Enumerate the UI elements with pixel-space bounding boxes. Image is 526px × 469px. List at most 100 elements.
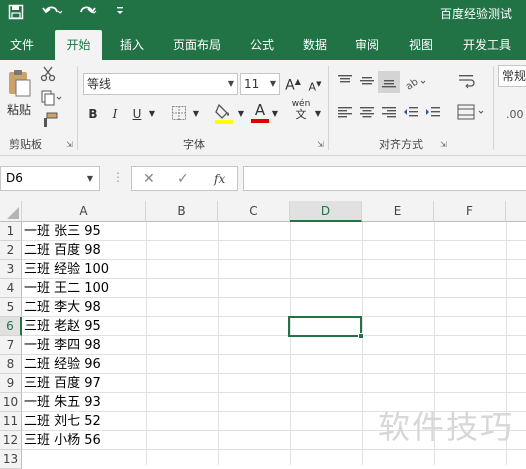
middle-align-icon[interactable] — [358, 74, 376, 90]
select-all-corner[interactable] — [0, 201, 22, 222]
number-format-combo[interactable]: 常规 — [498, 65, 526, 87]
chevron-down-icon[interactable]: ▼ — [236, 106, 246, 122]
clipboard-launcher-icon[interactable]: ⇲ — [66, 140, 75, 149]
column-header-e[interactable]: E — [362, 201, 434, 222]
align-right-icon[interactable] — [380, 106, 398, 122]
font-color-button[interactable]: A — [250, 102, 270, 124]
font-size-combo[interactable]: 11 ▼ — [240, 73, 280, 95]
cut-icon[interactable] — [38, 66, 58, 84]
save-icon[interactable] — [8, 4, 24, 25]
row-header-2[interactable]: 2 — [0, 241, 22, 260]
alignment-launcher-icon[interactable]: ⇲ — [440, 140, 449, 149]
row-header-5[interactable]: 5 — [0, 298, 22, 317]
fill-color-icon[interactable] — [213, 102, 235, 124]
cell-a7[interactable]: 一班 李四 98 — [24, 336, 101, 355]
name-box[interactable]: D6 ▼ — [0, 166, 100, 191]
tab-file[interactable]: 文件 — [0, 30, 44, 60]
cell-a6[interactable]: 三班 老赵 95 — [24, 317, 101, 336]
row-header-13[interactable]: 13 — [0, 450, 22, 469]
insert-function-icon[interactable]: fx — [214, 170, 225, 188]
cell-a9[interactable]: 三班 百度 97 — [24, 374, 101, 393]
row-header-7[interactable]: 7 — [0, 336, 22, 355]
tab-formulas[interactable]: 公式 — [240, 30, 284, 60]
row-header-4[interactable]: 4 — [0, 279, 22, 298]
number-format-value: 常规 — [502, 69, 526, 83]
formula-buttons: ✕ ✓ fx — [131, 166, 238, 191]
undo-icon[interactable] — [42, 4, 63, 25]
column-header-f[interactable]: F — [434, 201, 506, 222]
column-header-d[interactable]: D — [290, 201, 362, 222]
tab-insert[interactable]: 插入 — [110, 30, 154, 60]
underline-button[interactable]: U — [130, 106, 144, 122]
row-header-8[interactable]: 8 — [0, 355, 22, 374]
paste-button[interactable]: 粘贴 — [4, 102, 34, 118]
copy-icon[interactable] — [38, 90, 64, 108]
row-header-9[interactable]: 9 — [0, 374, 22, 393]
clipboard-group-label: 剪贴板 — [9, 138, 42, 151]
bottom-align-icon[interactable] — [378, 71, 400, 93]
formula-input[interactable] — [243, 166, 526, 191]
tab-review[interactable]: 审阅 — [345, 30, 389, 60]
comma-style-icon[interactable]: .00 — [506, 106, 526, 122]
font-group-label: 字体 — [183, 138, 205, 151]
cell-a3[interactable]: 三班 经验 100 — [24, 260, 109, 279]
column-header-b[interactable]: B — [146, 201, 218, 222]
tab-page-layout[interactable]: 页面布局 — [165, 30, 229, 60]
row-header-11[interactable]: 11 — [0, 412, 22, 431]
column-header-a[interactable]: A — [22, 201, 146, 222]
row-header-1[interactable]: 1 — [0, 222, 22, 241]
cell-a10[interactable]: 一班 朱五 93 — [24, 393, 101, 412]
cell-a2[interactable]: 二班 百度 98 — [24, 241, 101, 260]
cell-a11[interactable]: 二班 刘七 52 — [24, 412, 101, 431]
format-painter-icon[interactable] — [40, 112, 60, 130]
enter-icon[interactable]: ✓ — [177, 170, 189, 188]
borders-icon[interactable] — [170, 105, 188, 123]
cell-a12[interactable]: 三班 小杨 56 — [24, 431, 101, 450]
increase-indent-icon[interactable] — [424, 106, 442, 122]
customize-qat-icon[interactable] — [115, 4, 125, 26]
tab-home[interactable]: 开始 — [55, 30, 102, 60]
bold-button[interactable]: B — [86, 106, 100, 122]
wrap-text-icon[interactable] — [456, 73, 478, 91]
cell-a8[interactable]: 二班 经验 96 — [24, 355, 101, 374]
cell-a1[interactable]: 一班 张三 95 — [24, 222, 101, 241]
row-header-10[interactable]: 10 — [0, 393, 22, 412]
row-header-6[interactable]: 6 — [0, 317, 22, 336]
font-launcher-icon[interactable]: ⇲ — [317, 140, 326, 149]
cell-a5[interactable]: 二班 李大 98 — [24, 298, 101, 317]
row-header-3[interactable]: 3 — [0, 260, 22, 279]
phonetic-button[interactable]: wén 文 — [291, 100, 311, 121]
svg-text:ab: ab — [404, 77, 421, 90]
decrease-indent-icon[interactable] — [402, 106, 420, 122]
name-box-value: D6 — [6, 171, 23, 185]
watermark: 软件技巧 — [377, 408, 514, 446]
font-name-combo[interactable]: 等线 ▼ — [83, 73, 238, 95]
chevron-down-icon: ▼ — [227, 79, 234, 88]
chevron-down-icon[interactable]: ▼ — [270, 106, 280, 122]
chevron-down-icon[interactable]: ▼ — [313, 106, 323, 122]
alignment-group-label: 对齐方式 — [379, 138, 423, 151]
grow-font-button[interactable]: A▲ — [284, 74, 302, 94]
cancel-icon[interactable]: ✕ — [143, 170, 155, 188]
cell-a4[interactable]: 一班 王二 100 — [24, 279, 109, 298]
tab-view[interactable]: 视图 — [399, 30, 443, 60]
align-left-icon[interactable] — [336, 106, 354, 122]
chevron-down-icon[interactable]: ▼ — [191, 106, 201, 122]
chevron-down-icon[interactable]: ▼ — [147, 106, 157, 122]
paste-icon[interactable] — [4, 68, 34, 102]
italic-button[interactable]: I — [108, 106, 122, 122]
orientation-icon[interactable]: ab — [404, 74, 426, 93]
tab-data[interactable]: 数据 — [293, 30, 337, 60]
tab-developer[interactable]: 开发工具 — [455, 30, 519, 60]
top-align-icon[interactable] — [336, 74, 354, 90]
column-header-g[interactable] — [506, 201, 526, 222]
fill-handle[interactable] — [358, 333, 364, 339]
align-center-icon[interactable] — [358, 106, 376, 122]
redo-icon[interactable] — [78, 4, 98, 25]
column-header-c[interactable]: C — [218, 201, 290, 222]
merge-center-icon[interactable] — [456, 104, 488, 122]
row-header-12[interactable]: 12 — [0, 431, 22, 450]
svg-text:.00: .00 — [506, 108, 524, 121]
shrink-font-button[interactable]: A▼ — [306, 76, 324, 96]
selected-cell-d6[interactable] — [288, 316, 364, 339]
